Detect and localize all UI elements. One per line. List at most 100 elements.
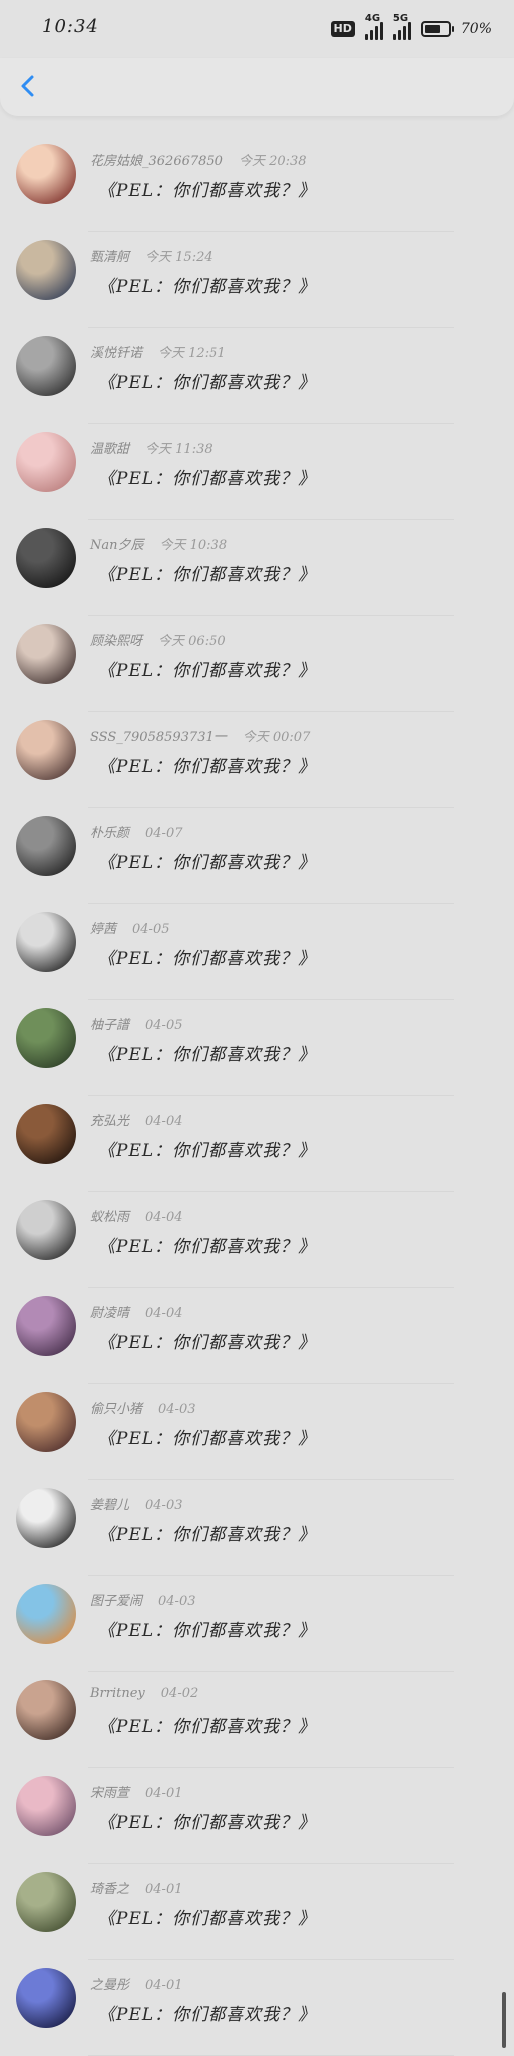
user-name: 姜碧儿 — [90, 1498, 130, 1513]
list-item[interactable]: Nan夕辰 今天 10:38 《PEL：你们都喜欢我？》 — [0, 520, 514, 616]
item-meta: 柚子譜 04-05 — [90, 1014, 183, 1033]
list-item[interactable]: 朴乐颜 04-07 《PEL：你们都喜欢我？》 — [0, 808, 514, 904]
item-message[interactable]: 《PEL：你们都喜欢我？》 — [98, 368, 316, 393]
item-meta: 婷茜 04-05 — [90, 918, 170, 937]
back-button[interactable] — [12, 70, 44, 102]
avatar[interactable] — [16, 1584, 76, 1644]
item-time: 04-03 — [158, 1402, 196, 1417]
avatar[interactable] — [16, 1392, 76, 1452]
item-meta: 图子爱闹 04-03 — [90, 1590, 196, 1609]
avatar[interactable] — [16, 336, 76, 396]
list-item[interactable]: 尉凌晴 04-04 《PEL：你们都喜欢我？》 — [0, 1288, 514, 1384]
item-meta: Nan夕辰 今天 10:38 — [90, 534, 227, 553]
item-meta: 充弘光 04-04 — [90, 1110, 183, 1129]
item-time: 今天 00:07 — [242, 730, 311, 745]
avatar[interactable] — [16, 816, 76, 876]
user-name: 蚁松雨 — [90, 1210, 130, 1225]
message-list: 花房姑娘_362667850 今天 20:38 《PEL：你们都喜欢我？》 甄清舸 今天… — [0, 136, 514, 2056]
item-time: 04-05 — [145, 1018, 183, 1033]
avatar[interactable] — [16, 1296, 76, 1356]
hd-icon: HD — [330, 21, 355, 37]
item-message[interactable]: 《PEL：你们都喜欢我？》 — [98, 1136, 316, 1161]
avatar[interactable] — [16, 720, 76, 780]
item-meta: 甄清舸 今天 15:24 — [90, 246, 213, 265]
item-message[interactable]: 《PEL：你们都喜欢我？》 — [98, 1904, 316, 1929]
list-item[interactable]: 婷茜 04-05 《PEL：你们都喜欢我？》 — [0, 904, 514, 1000]
list-item[interactable]: 甄清舸 今天 15:24 《PEL：你们都喜欢我？》 — [0, 232, 514, 328]
avatar[interactable] — [16, 1488, 76, 1548]
item-meta: 姜碧儿 04-03 — [90, 1494, 183, 1513]
list-item[interactable]: 之曼彤 04-01 《PEL：你们都喜欢我？》 — [0, 1960, 514, 2056]
item-time: 04-02 — [160, 1686, 199, 1701]
item-message[interactable]: 《PEL：你们都喜欢我？》 — [98, 272, 316, 297]
item-meta: 琦香之 04-01 — [90, 1878, 183, 1897]
item-meta: 宋雨萱 04-01 — [90, 1782, 183, 1801]
item-message[interactable]: 《PEL：你们都喜欢我？》 — [98, 1616, 316, 1641]
list-item[interactable]: SSS_79058593731一 今天 00:07 《PEL：你们都喜欢我？》 — [0, 712, 514, 808]
avatar[interactable] — [16, 432, 76, 492]
item-message[interactable]: 《PEL：你们都喜欢我？》 — [98, 1040, 316, 1065]
avatar[interactable] — [16, 1776, 76, 1836]
list-item[interactable]: 溪悦钎诺 今天 12:51 《PEL：你们都喜欢我？》 — [0, 328, 514, 424]
item-meta: 温歌甜 今天 11:38 — [90, 438, 213, 457]
item-meta: SSS_79058593731一 今天 00:07 — [90, 726, 310, 745]
user-name: 柚子譜 — [90, 1018, 130, 1033]
item-message[interactable]: 《PEL：你们都喜欢我？》 — [98, 1424, 316, 1449]
item-message[interactable]: 《PEL：你们都喜欢我？》 — [98, 2000, 316, 2025]
item-time: 04-04 — [145, 1306, 183, 1321]
list-item[interactable]: 宋雨萱 04-01 《PEL：你们都喜欢我？》 — [0, 1768, 514, 1864]
list-item[interactable]: 姜碧儿 04-03 《PEL：你们都喜欢我？》 — [0, 1480, 514, 1576]
scrollbar-thumb[interactable] — [502, 1992, 506, 2048]
user-name: 尉凌晴 — [90, 1306, 130, 1321]
list-item[interactable]: 蚁松雨 04-04 《PEL：你们都喜欢我？》 — [0, 1192, 514, 1288]
item-time: 04-01 — [145, 1978, 183, 1993]
item-message[interactable]: 《PEL：你们都喜欢我？》 — [98, 752, 316, 777]
avatar[interactable] — [16, 624, 76, 684]
item-message[interactable]: 《PEL：你们都喜欢我？》 — [98, 848, 316, 873]
item-meta: 蚁松雨 04-04 — [90, 1206, 183, 1225]
user-name: 图子爱闹 — [90, 1594, 143, 1609]
item-message[interactable]: 《PEL：你们都喜欢我？》 — [98, 1808, 316, 1833]
item-message[interactable]: 《PEL：你们都喜欢我？》 — [98, 560, 316, 585]
avatar[interactable] — [16, 1872, 76, 1932]
avatar[interactable] — [16, 1968, 76, 2028]
item-time: 今天 12:51 — [158, 346, 226, 361]
list-item[interactable]: 偷只小猪 04-03 《PEL：你们都喜欢我？》 — [0, 1384, 514, 1480]
list-item[interactable]: 充弘光 04-04 《PEL：你们都喜欢我？》 — [0, 1096, 514, 1192]
avatar[interactable] — [16, 1008, 76, 1068]
item-meta: 溪悦钎诺 今天 12:51 — [90, 342, 226, 361]
item-message[interactable]: 《PEL：你们都喜欢我？》 — [98, 176, 316, 201]
user-name: 溪悦钎诺 — [90, 346, 143, 361]
avatar[interactable] — [16, 912, 76, 972]
list-item[interactable]: 柚子譜 04-05 《PEL：你们都喜欢我？》 — [0, 1000, 514, 1096]
chevron-left-icon — [21, 75, 34, 97]
avatar[interactable] — [16, 144, 76, 204]
item-message[interactable]: 《PEL：你们都喜欢我？》 — [98, 1328, 316, 1353]
avatar[interactable] — [16, 528, 76, 588]
avatar[interactable] — [16, 240, 76, 300]
item-time: 04-04 — [145, 1210, 183, 1225]
avatar[interactable] — [16, 1104, 76, 1164]
user-name: 偷只小猪 — [90, 1402, 143, 1417]
avatar[interactable] — [16, 1680, 76, 1740]
list-item[interactable]: 图子爱闹 04-03 《PEL：你们都喜欢我？》 — [0, 1576, 514, 1672]
avatar[interactable] — [16, 1200, 76, 1260]
item-meta: 尉凌晴 04-04 — [90, 1302, 183, 1321]
list-item[interactable]: Brritney 04-02 《PEL：你们都喜欢我？》 — [0, 1672, 514, 1768]
list-item[interactable]: 温歌甜 今天 11:38 《PEL：你们都喜欢我？》 — [0, 424, 514, 520]
list-item[interactable]: 花房姑娘_362667850 今天 20:38 《PEL：你们都喜欢我？》 — [0, 136, 514, 232]
list-item[interactable]: 顾染熙呀 今天 06:50 《PEL：你们都喜欢我？》 — [0, 616, 514, 712]
item-message[interactable]: 《PEL：你们都喜欢我？》 — [98, 1232, 316, 1257]
user-name: 婷茜 — [90, 922, 117, 937]
item-meta: Brritney 04-02 — [90, 1686, 198, 1701]
user-name: 甄清舸 — [90, 250, 130, 265]
item-time: 今天 15:24 — [145, 250, 213, 265]
item-message[interactable]: 《PEL：你们都喜欢我？》 — [98, 464, 316, 489]
item-message[interactable]: 《PEL：你们都喜欢我？》 — [98, 944, 316, 969]
user-name: 花房姑娘_362667850 — [90, 154, 223, 169]
list-item[interactable]: 琦香之 04-01 《PEL：你们都喜欢我？》 — [0, 1864, 514, 1960]
item-message[interactable]: 《PEL：你们都喜欢我？》 — [98, 1712, 316, 1737]
item-time: 今天 11:38 — [145, 442, 213, 457]
item-message[interactable]: 《PEL：你们都喜欢我？》 — [98, 656, 316, 681]
item-message[interactable]: 《PEL：你们都喜欢我？》 — [98, 1520, 316, 1545]
